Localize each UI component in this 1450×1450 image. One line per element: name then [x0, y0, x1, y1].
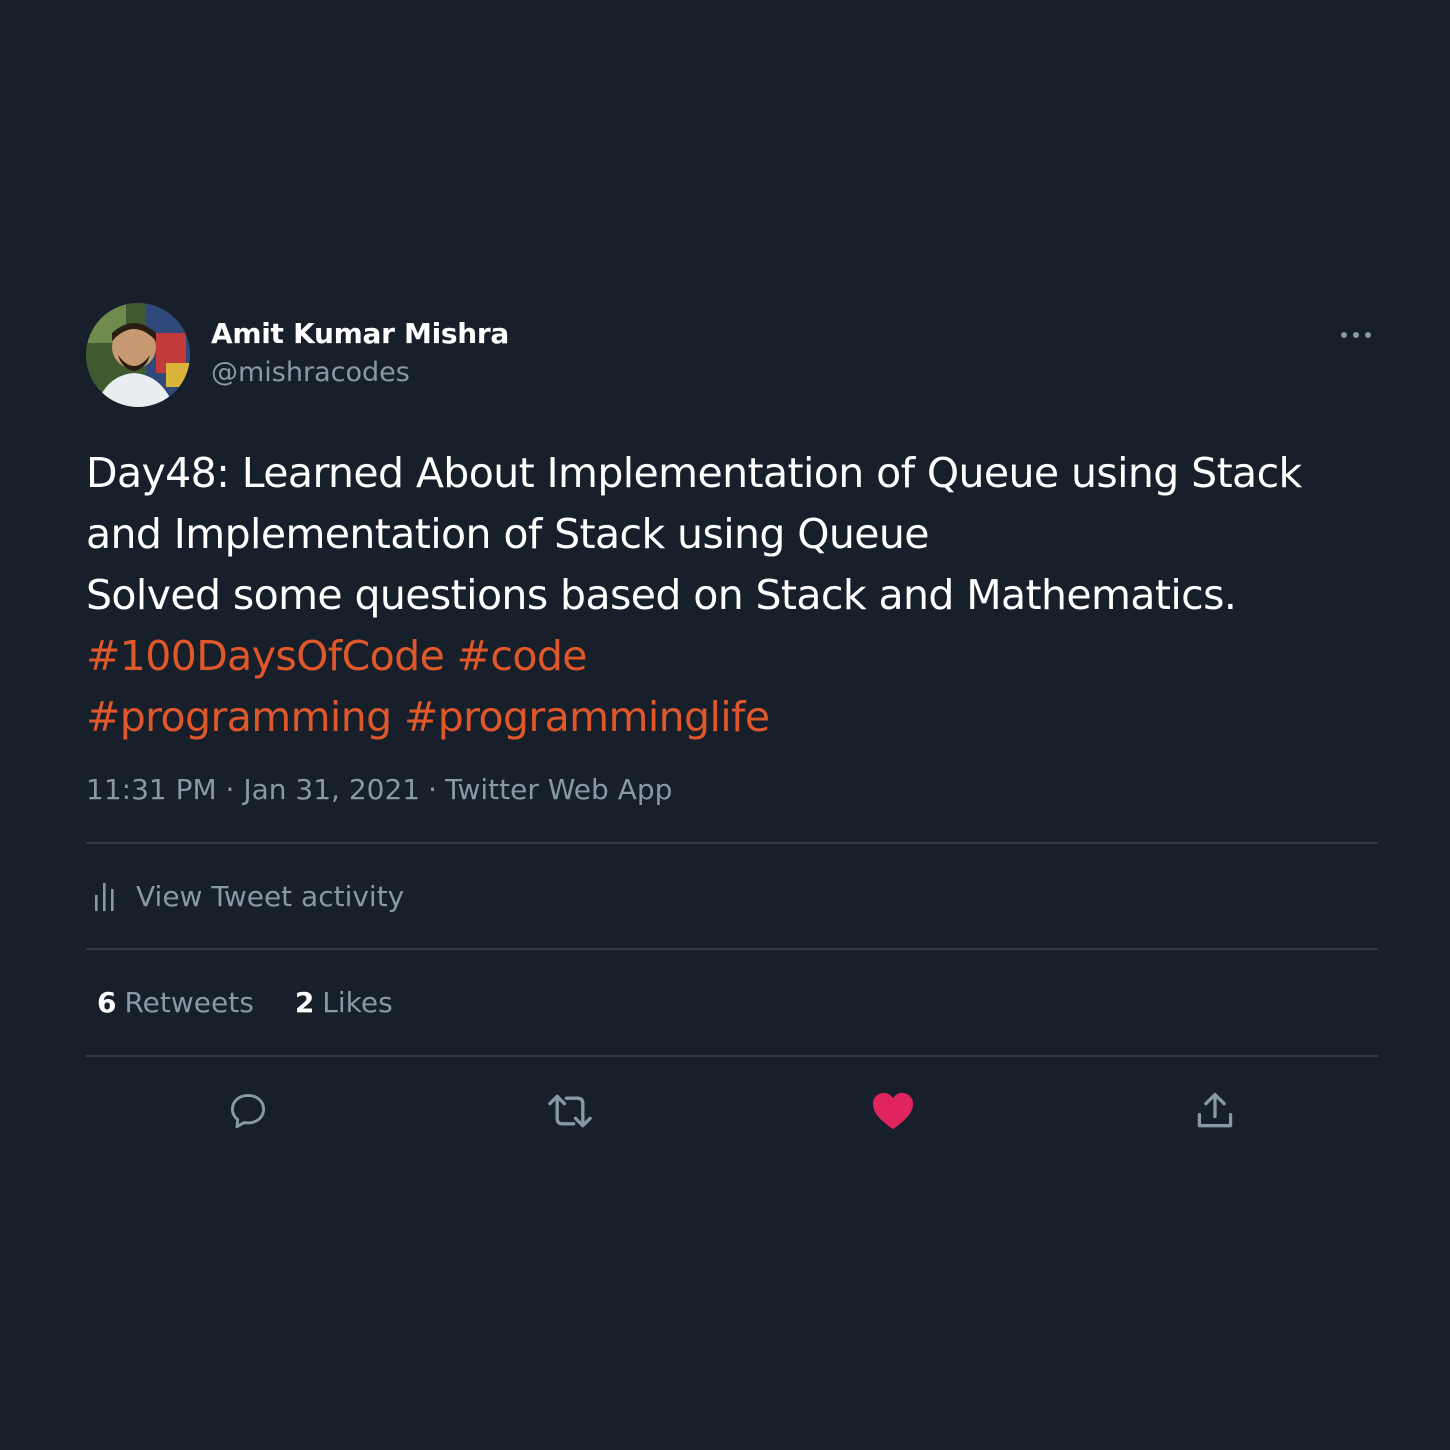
- meta-separator: ·: [225, 773, 235, 806]
- heart-icon: [873, 1092, 913, 1130]
- likes-count: 2: [294, 986, 315, 1019]
- reply-button[interactable]: [224, 1087, 272, 1135]
- retweet-icon: [548, 1094, 592, 1128]
- hashtag-link[interactable]: #code: [457, 632, 588, 680]
- retweets-stat[interactable]: 6 Retweets: [97, 986, 254, 1019]
- like-button[interactable]: [869, 1087, 917, 1135]
- display-name[interactable]: Amit Kumar Mishra: [211, 315, 509, 353]
- retweet-button[interactable]: [546, 1087, 594, 1135]
- likes-stat[interactable]: 2 Likes: [295, 986, 393, 1019]
- likes-label: Likes: [322, 986, 393, 1019]
- tweet-card: Amit Kumar Mishra @mishracodes Day48: Le…: [86, 303, 1378, 1163]
- hashtag-line: #programming #programminglife: [86, 687, 1378, 748]
- more-horizontal-icon: [1341, 332, 1371, 338]
- handle[interactable]: @mishracodes: [211, 353, 509, 393]
- tweet-line: Day48: Learned About Implementation of Q…: [86, 449, 1302, 497]
- more-options-button[interactable]: [1336, 315, 1376, 355]
- view-tweet-activity-button[interactable]: View Tweet activity: [86, 844, 1378, 948]
- share-button[interactable]: [1191, 1087, 1239, 1135]
- retweets-label: Retweets: [124, 986, 254, 1019]
- author-names[interactable]: Amit Kumar Mishra @mishracodes: [211, 315, 509, 393]
- hashtag-link[interactable]: #programminglife: [404, 693, 770, 741]
- tweet-time: 11:31 PM: [86, 773, 217, 806]
- tweet-meta: 11:31 PM · Jan 31, 2021 · Twitter Web App: [86, 770, 1378, 810]
- tweet-actions: [86, 1057, 1378, 1163]
- retweets-count: 6: [97, 986, 117, 1019]
- tweet-text: Day48: Learned About Implementation of Q…: [86, 443, 1378, 748]
- hashtag-link[interactable]: #programming: [86, 693, 392, 741]
- tweet-line: Solved some questions based on Stack and…: [86, 571, 1237, 619]
- hashtag-line: #100DaysOfCode #code: [86, 626, 1378, 687]
- hashtag-link[interactable]: #100DaysOfCode: [86, 632, 445, 680]
- tweet-line: and Implementation of Stack using Queue: [86, 510, 930, 558]
- reply-icon: [230, 1093, 266, 1129]
- activity-label: View Tweet activity: [136, 879, 405, 913]
- tweet-date: Jan 31, 2021: [243, 773, 421, 806]
- tweet-source-link[interactable]: Twitter Web App: [445, 773, 672, 806]
- bar-chart-icon: [94, 881, 118, 911]
- avatar[interactable]: [86, 303, 190, 407]
- tweet-time-link[interactable]: 11:31 PM · Jan 31, 2021: [86, 773, 420, 806]
- meta-separator: ·: [428, 773, 438, 806]
- tweet-header: Amit Kumar Mishra @mishracodes: [86, 303, 1378, 409]
- tweet-stats: 6 Retweets 2 Likes: [86, 950, 1378, 1055]
- share-icon: [1197, 1092, 1233, 1128]
